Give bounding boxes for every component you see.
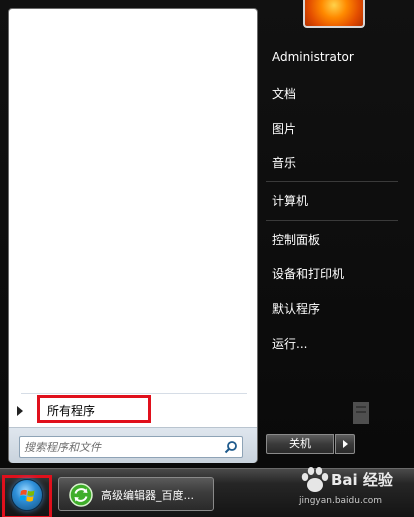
taskbar-item-editor[interactable]: 高级编辑器_百度... xyxy=(58,477,214,511)
search-area xyxy=(9,427,257,463)
start-button[interactable] xyxy=(2,475,52,517)
left-pane-divider xyxy=(21,393,247,394)
menu-item-default-programs[interactable]: 默认程序 xyxy=(272,300,320,317)
menu-item-user[interactable]: Administrator xyxy=(272,50,354,64)
taskbar-item-label: 高级编辑器_百度... xyxy=(101,489,194,502)
all-programs-item[interactable]: 所有程序 xyxy=(11,395,255,429)
watermark-url: jingyan.baidu.com xyxy=(299,496,383,506)
menu-item-computer[interactable]: 计算机 xyxy=(272,192,308,209)
search-input[interactable] xyxy=(24,439,214,455)
menu-separator xyxy=(266,220,398,221)
menu-separator xyxy=(266,181,398,182)
paw-logo-icon xyxy=(301,467,329,492)
menu-item-pictures[interactable]: 图片 xyxy=(272,120,296,137)
menu-item-control-panel[interactable]: 控制面板 xyxy=(272,231,320,248)
shutdown-button[interactable]: 关机 xyxy=(266,434,334,454)
all-programs-label: 所有程序 xyxy=(47,404,96,418)
document-icon xyxy=(353,402,369,424)
triangle-right-icon xyxy=(343,440,348,448)
triangle-right-icon xyxy=(17,406,23,416)
start-menu-left-pane: 所有程序 xyxy=(8,8,258,463)
baidu-jingyan-watermark: Bai 经验 jingyan.baidu.com xyxy=(297,465,409,515)
menu-item-devices-printers[interactable]: 设备和打印机 xyxy=(272,265,344,282)
user-picture[interactable] xyxy=(303,0,365,28)
shutdown-options-button[interactable] xyxy=(335,434,355,454)
windows-logo-icon xyxy=(11,479,43,511)
search-icon[interactable] xyxy=(224,440,238,454)
menu-item-documents[interactable]: 文档 xyxy=(272,85,296,102)
watermark-brand: Bai 经验 xyxy=(331,471,393,489)
taskbar: 高级编辑器_百度... Bai 经验 jingyan.baidu.com xyxy=(0,465,414,517)
search-box[interactable] xyxy=(19,436,243,458)
refresh-icon xyxy=(69,483,93,507)
menu-item-music[interactable]: 音乐 xyxy=(272,154,296,171)
menu-item-run[interactable]: 运行... xyxy=(272,335,307,352)
start-menu: 所有程序 Administrator 文档 图片 音乐 计算机 控制面板 设备和… xyxy=(0,0,414,468)
